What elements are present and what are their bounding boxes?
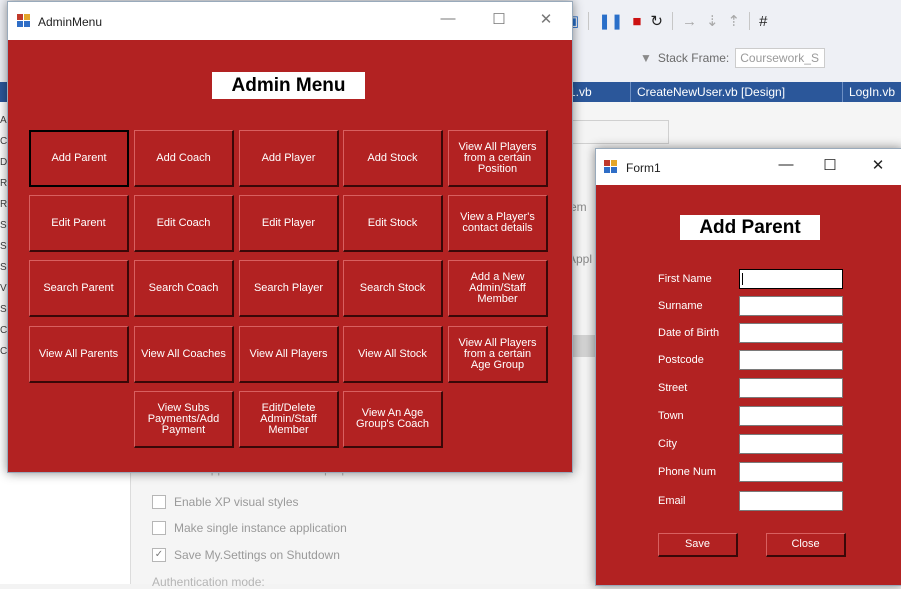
checkbox-icon[interactable] — [152, 521, 166, 535]
properties-combo[interactable] — [562, 120, 669, 144]
email-field[interactable] — [739, 491, 843, 511]
form1-window: Form1 — ☐ ✕ Add Parent First Name Surnam… — [595, 148, 901, 586]
email-label: Email — [658, 495, 686, 507]
stack-frame-label: Stack Frame: — [657, 51, 730, 65]
authentication-mode-label: Authentication mode: — [152, 575, 265, 589]
step-out-icon[interactable]: ⇡ — [728, 12, 741, 30]
search-player-button[interactable]: Search Player — [239, 260, 339, 317]
search-parent-button[interactable]: Search Parent — [29, 260, 129, 317]
page-title: Admin Menu — [212, 72, 365, 99]
postcode-label: Postcode — [658, 354, 704, 366]
checkbox-label: Make single instance application — [174, 521, 347, 535]
view-age-group-coach-button[interactable]: View An Age Group's Coach — [343, 391, 443, 448]
date-of-birth-field[interactable] — [739, 323, 843, 343]
admin-menu-window: AdminMenu — ☐ ✕ Admin Menu Add Parent Ad… — [7, 1, 573, 473]
toolbar-separator — [749, 12, 751, 30]
edit-player-button[interactable]: Edit Player — [239, 195, 339, 252]
town-field[interactable] — [739, 406, 843, 426]
add-staff-member-button[interactable]: Add a New Admin/Staff Member — [448, 260, 548, 317]
checkbox-icon[interactable] — [152, 495, 166, 509]
restart-icon[interactable]: ↻ — [650, 12, 663, 30]
minimize-icon[interactable]: — — [438, 10, 458, 27]
town-label: Town — [658, 410, 684, 422]
close-button[interactable]: Close — [766, 533, 846, 557]
view-players-by-age-group-button[interactable]: View All Players from a certain Age Grou… — [448, 326, 548, 383]
add-stock-button[interactable]: Add Stock — [343, 130, 443, 187]
search-stock-button[interactable]: Search Stock — [343, 260, 443, 317]
checkbox-row[interactable]: Enable XP visual styles — [152, 495, 299, 509]
toolbar-separator — [671, 12, 673, 30]
add-player-button[interactable]: Add Player — [239, 130, 339, 187]
edit-stock-button[interactable]: Edit Stock — [343, 195, 443, 252]
close-icon[interactable]: ✕ — [868, 156, 888, 174]
city-field[interactable] — [739, 434, 843, 454]
stop-icon[interactable]: ■ — [632, 13, 641, 30]
admin-menu-titlebar[interactable]: AdminMenu — ☐ ✕ — [8, 2, 572, 40]
phone-num-field[interactable] — [739, 462, 843, 482]
debug-toolbar: ▣ ❚❚ ■ ↻ → ⇣ ⇡ # — [565, 8, 767, 34]
hex-icon[interactable]: # — [759, 13, 767, 30]
view-all-players-button[interactable]: View All Players — [239, 326, 339, 383]
form1-titlebar[interactable]: Form1 — ☐ ✕ — [596, 149, 901, 185]
city-label: City — [658, 438, 677, 450]
tab-login-vb[interactable]: LogIn.vb — [842, 82, 901, 102]
filter-icon[interactable]: ▼ — [640, 51, 652, 65]
toolbar-separator — [588, 12, 590, 30]
surname-field[interactable] — [739, 296, 843, 316]
edit-delete-staff-button[interactable]: Edit/Delete Admin/Staff Member — [239, 391, 339, 448]
checkbox-checked-icon[interactable]: ✓ — [152, 548, 166, 562]
admin-menu-client: Admin Menu Add Parent Add Coach Add Play… — [8, 40, 572, 472]
step-into-icon[interactable]: ⇣ — [706, 12, 719, 30]
form-app-icon — [604, 160, 618, 174]
view-all-coaches-button[interactable]: View All Coaches — [134, 326, 234, 383]
date-of-birth-label: Date of Birth — [658, 327, 720, 339]
minimize-icon[interactable]: — — [776, 156, 796, 173]
first-name-field[interactable] — [739, 269, 843, 289]
checkbox-label: Enable XP visual styles — [174, 495, 299, 509]
view-subs-payments-button[interactable]: View Subs Payments/Add Payment — [134, 391, 234, 448]
phone-num-label: Phone Num — [658, 466, 717, 478]
edit-coach-button[interactable]: Edit Coach — [134, 195, 234, 252]
form-app-icon — [17, 14, 31, 28]
pause-icon[interactable]: ❚❚ — [598, 12, 623, 30]
tab-create-new-user-design[interactable]: CreateNewUser.vb [Design] — [630, 82, 791, 102]
maximize-icon[interactable]: ☐ — [489, 10, 509, 28]
view-players-by-position-button[interactable]: View All Players from a certain Position — [448, 130, 548, 187]
surname-label: Surname — [658, 300, 703, 312]
window-title: Form1 — [626, 161, 661, 175]
view-player-contact-button[interactable]: View a Player's contact details — [448, 195, 548, 252]
stack-frame-selector: ▼ Stack Frame: Coursework_S — [640, 48, 826, 68]
search-coach-button[interactable]: Search Coach — [134, 260, 234, 317]
stack-frame-dropdown[interactable]: Coursework_S — [735, 48, 826, 68]
checkbox-label: Save My.Settings on Shutdown — [174, 548, 340, 562]
form1-client: Add Parent First Name Surname Date of Bi… — [596, 185, 901, 585]
postcode-field[interactable] — [739, 350, 843, 370]
view-all-stock-button[interactable]: View All Stock — [343, 326, 443, 383]
add-coach-button[interactable]: Add Coach — [134, 130, 234, 187]
maximize-icon[interactable]: ☐ — [820, 156, 840, 174]
save-button[interactable]: Save — [658, 533, 738, 557]
close-icon[interactable]: ✕ — [536, 10, 556, 28]
text-caret — [742, 273, 743, 285]
checkbox-row[interactable]: Make single instance application — [152, 521, 347, 535]
page-title: Add Parent — [680, 215, 820, 240]
window-title: AdminMenu — [38, 15, 103, 29]
edit-parent-button[interactable]: Edit Parent — [29, 195, 129, 252]
street-field[interactable] — [739, 378, 843, 398]
checkbox-row[interactable]: ✓ Save My.Settings on Shutdown — [152, 548, 340, 562]
first-name-label: First Name — [658, 273, 712, 285]
view-all-parents-button[interactable]: View All Parents — [29, 326, 129, 383]
add-parent-button[interactable]: Add Parent — [29, 130, 129, 187]
street-label: Street — [658, 382, 688, 394]
step-over-icon[interactable]: → — [682, 13, 697, 30]
